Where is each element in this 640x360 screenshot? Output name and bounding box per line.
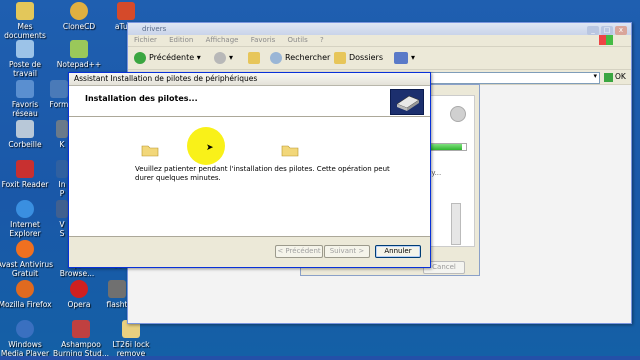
views-icon: [394, 51, 408, 64]
destination-folder-icon: [281, 145, 299, 157]
source-folder-icon: [141, 145, 159, 157]
address-field[interactable]: ▾: [428, 72, 600, 84]
forward-button[interactable]: ▾: [214, 51, 233, 65]
forward-arrow-icon: [214, 51, 226, 64]
chevron-down-icon: ▾: [593, 72, 597, 80]
menu-fichier[interactable]: Fichier: [134, 36, 157, 44]
notepad-icon: [70, 40, 88, 58]
driver-wizard-dialog[interactable]: Assistant Installation de pilotes de pér…: [68, 72, 431, 268]
desktop-icon-notepadpp[interactable]: Notepad++: [52, 40, 106, 69]
desktop-icon-lt26i[interactable]: LT26i lock remove: [108, 320, 154, 358]
search-button[interactable]: Rechercher: [270, 51, 330, 65]
chevron-down-icon: ▾: [196, 53, 201, 62]
desktop-icon-firefox[interactable]: Mozilla Firefox: [0, 280, 52, 309]
search-icon: [270, 51, 282, 64]
recycle-bin-icon: [16, 120, 34, 138]
explorer-titlebar[interactable]: drivers _ □ x: [128, 23, 631, 35]
k-app-icon: [56, 120, 68, 138]
wizard-titlebar[interactable]: Assistant Installation de pilotes de pér…: [69, 73, 430, 86]
desktop-icon-form[interactable]: Form: [48, 80, 70, 109]
ashampoo-icon: [72, 320, 90, 338]
network-icon: [16, 80, 34, 98]
desktop-icon-network[interactable]: Favoris réseau: [0, 80, 52, 118]
opera-icon: [70, 280, 88, 298]
installer-icon: [450, 106, 466, 122]
wizard-message: Veuillez patienter pendant l'installatio…: [135, 165, 390, 182]
explorer-title: drivers: [142, 25, 167, 33]
desktop-icon-opera[interactable]: Opera: [52, 280, 106, 309]
minimize-button[interactable]: _: [587, 26, 599, 35]
cancel-button[interactable]: Annuler: [375, 245, 421, 258]
flash-tool-icon: [108, 280, 126, 298]
taskbar[interactable]: [0, 356, 640, 360]
internet-explorer-icon: [16, 200, 34, 218]
windows-logo-icon: [599, 35, 613, 45]
chevron-down-icon: ▾: [411, 53, 416, 62]
next-button[interactable]: Suivant >: [324, 245, 370, 258]
folder-icon: [16, 2, 34, 20]
folders-button[interactable]: Dossiers: [334, 51, 383, 65]
form-icon: [50, 80, 68, 98]
wizard-header-title: Installation des pilotes...: [85, 94, 198, 103]
wizard-header: Installation des pilotes...: [69, 86, 430, 117]
wizard-footer: < Précédent Suivant > Annuler: [69, 236, 430, 267]
menu-favoris[interactable]: Favoris: [251, 36, 276, 44]
views-button[interactable]: ▾: [394, 51, 415, 65]
hardware-wizard-icon: [390, 89, 424, 115]
wizard-title: Assistant Installation de pilotes de pér…: [74, 74, 258, 83]
app-icon: [56, 200, 68, 218]
back-button[interactable]: Précédente ▾: [134, 51, 201, 65]
atube-icon: [117, 2, 135, 20]
hardware-icon-graphic: [396, 95, 420, 111]
wizard-body: ➤ Veuillez patienter pendant l'installat…: [69, 117, 430, 235]
desktop-icon-clonecd[interactable]: CloneCD: [52, 2, 106, 31]
desktop-icon-wmp[interactable]: Windows Media Player: [0, 320, 52, 358]
previous-button[interactable]: < Précédent: [275, 245, 323, 258]
menu-affichage[interactable]: Affichage: [206, 36, 239, 44]
menu-help[interactable]: ?: [320, 36, 324, 44]
go-button[interactable]: OK: [604, 72, 626, 82]
progress-fill: [430, 144, 463, 150]
back-arrow-icon: [134, 51, 146, 64]
foxit-icon: [16, 160, 34, 178]
computer-icon: [16, 40, 34, 58]
up-folder-button[interactable]: [248, 51, 263, 65]
folder-icon: [334, 51, 346, 64]
firefox-icon: [16, 280, 34, 298]
close-button[interactable]: x: [615, 26, 627, 35]
menu-outils[interactable]: Outils: [288, 36, 308, 44]
desktop-icon-foxit[interactable]: Foxit Reader: [0, 160, 52, 189]
desktop-icon-my-computer[interactable]: Poste de travail: [0, 40, 52, 78]
app-icon: [56, 160, 68, 178]
scrollbar[interactable]: [451, 203, 461, 245]
avast-icon: [16, 240, 34, 258]
desktop-icon-avast[interactable]: Avast Antivirus Gratuit: [0, 240, 56, 278]
clonecd-icon: [70, 2, 88, 20]
go-arrow-icon: [604, 72, 613, 82]
mouse-cursor-icon: ➤: [206, 143, 214, 153]
up-folder-icon: [248, 51, 260, 64]
explorer-toolbar: Précédente ▾ ▾ Rechercher Dossiers ▾: [128, 47, 631, 70]
desktop-icon-ashampoo[interactable]: Ashampoo Burning Stud...: [52, 320, 110, 358]
desktop-icon-recycle-bin[interactable]: Corbeille: [0, 120, 52, 149]
chevron-down-icon: ▾: [229, 53, 234, 62]
desktop-icon-ie[interactable]: Internet Explorer: [0, 200, 52, 238]
media-player-icon: [16, 320, 34, 338]
menubar: Fichier Edition Affichage Favoris Outils…: [128, 35, 631, 47]
desktop-icon-my-documents[interactable]: Mes documents: [0, 2, 52, 40]
maximize-button[interactable]: □: [601, 26, 613, 35]
menu-edition[interactable]: Edition: [169, 36, 193, 44]
progress-bar: [429, 143, 467, 151]
